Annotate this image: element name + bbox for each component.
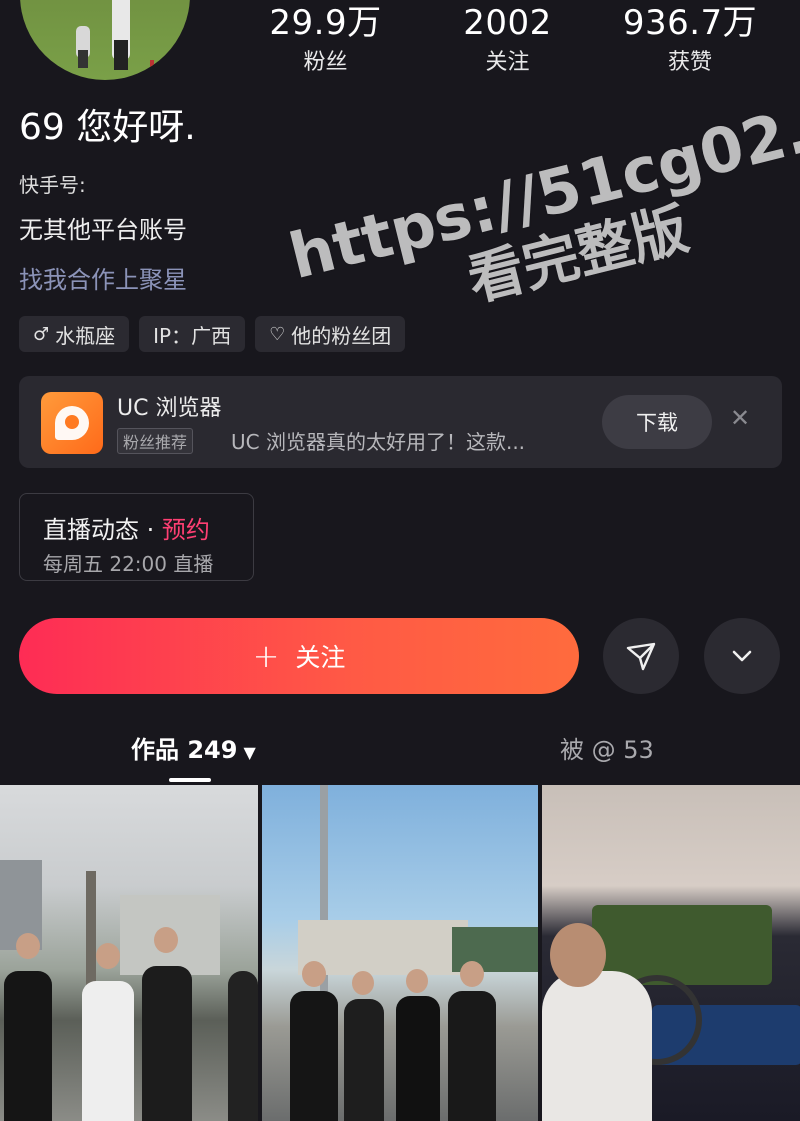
tab-mentions[interactable]: 被 @ 53 [560,730,654,765]
caret-down-icon: ▼ [243,743,256,762]
close-icon[interactable]: ✕ [730,406,750,430]
more-button[interactable] [704,618,780,694]
tag-label: 水瓶座 [55,323,116,348]
tag-ip-location: IP：广西 [139,316,246,352]
follow-button[interactable]: + 关注 [19,618,579,694]
thumbnail-person [142,966,192,1121]
heart-icon: ♡ [269,323,286,345]
thumbnail-detail [550,923,606,987]
stat-likes[interactable]: 936.7万 获赞 [620,6,760,74]
live-schedule: 每周五 22:00 直播 [43,552,214,576]
stat-following[interactable]: 2002 关注 [455,6,560,74]
ad-description: UC 浏览器真的太好用了！这款... [231,430,526,454]
ad-title: UC 浏览器 [117,396,222,421]
tag-zodiac[interactable]: ♂ 水瓶座 [19,316,130,352]
stat-value: 2002 [463,3,552,43]
thumbnail-person [290,991,338,1121]
active-tab-indicator [169,778,211,782]
thumbnail-detail [96,943,120,969]
stat-value: 936.7万 [622,3,758,43]
video-thumbnail[interactable] [542,785,800,1121]
avatar[interactable] [20,0,190,80]
chevron-down-icon [732,650,752,662]
thumbnail-person [228,971,258,1121]
thumbnail-person [396,996,440,1121]
stat-label: 粉丝 [303,50,348,75]
avatar-figure-legs [114,40,128,70]
video-thumbnail[interactable] [262,785,538,1121]
plus-icon: + [252,637,280,675]
tab-works-label: 作品 249 [131,736,238,764]
thumbnail-person [344,999,384,1121]
stat-label: 关注 [485,50,530,75]
ad-card[interactable]: UC 浏览器 粉丝推荐 UC 浏览器真的太好用了！这款... 下载 ✕ [19,376,782,468]
stat-value: 29.9万 [269,3,382,43]
kuaishou-id-label[interactable]: 快手号: [19,169,86,198]
thumbnail-detail [352,971,374,995]
live-title: 直播动态 [43,516,139,544]
live-separator: · [146,516,155,544]
thumbnail-detail [460,961,484,987]
thumbnail-person [82,981,134,1121]
video-thumbnail[interactable] [0,785,258,1121]
thumbnail-detail [302,961,326,987]
thumbnail-person [448,991,496,1121]
stat-followers[interactable]: 29.9万 粉丝 [268,6,383,74]
stat-label: 获赞 [667,50,712,75]
business-link[interactable]: 找我合作上聚星 [19,260,187,295]
live-schedule-card[interactable]: 直播动态 · 预约 每周五 22:00 直播 [19,493,254,581]
ad-badge: 粉丝推荐 [117,428,194,454]
profile-name: 69 您好呀. [19,107,196,148]
tag-label: 他的粉丝团 [291,323,392,348]
follow-label: 关注 [295,643,346,672]
avatar-child-legs [78,50,88,68]
reserve-link[interactable]: 预约 [162,516,210,544]
thumbnail-detail [16,933,40,959]
thumbnail-person [4,971,52,1121]
uc-browser-logo-icon [41,392,103,454]
download-button[interactable]: 下载 [602,395,712,449]
tag-label: IP：广西 [153,323,232,348]
share-button[interactable] [603,618,679,694]
male-icon: ♂ [33,323,50,345]
tab-works[interactable]: 作品 249 ▼ [131,730,256,765]
profile-tags: ♂ 水瓶座 IP：广西 ♡ 他的粉丝团 [19,316,406,352]
thumbnail-detail [154,927,178,953]
avatar-detail [150,60,154,80]
thumbnail-person [542,971,652,1121]
live-title-row: 直播动态 · 预约 [43,510,210,545]
tag-fan-club[interactable]: ♡ 他的粉丝团 [255,316,406,352]
profile-bio: 无其他平台账号 [19,216,187,244]
thumbnail-detail [406,969,428,993]
send-icon [626,642,656,671]
